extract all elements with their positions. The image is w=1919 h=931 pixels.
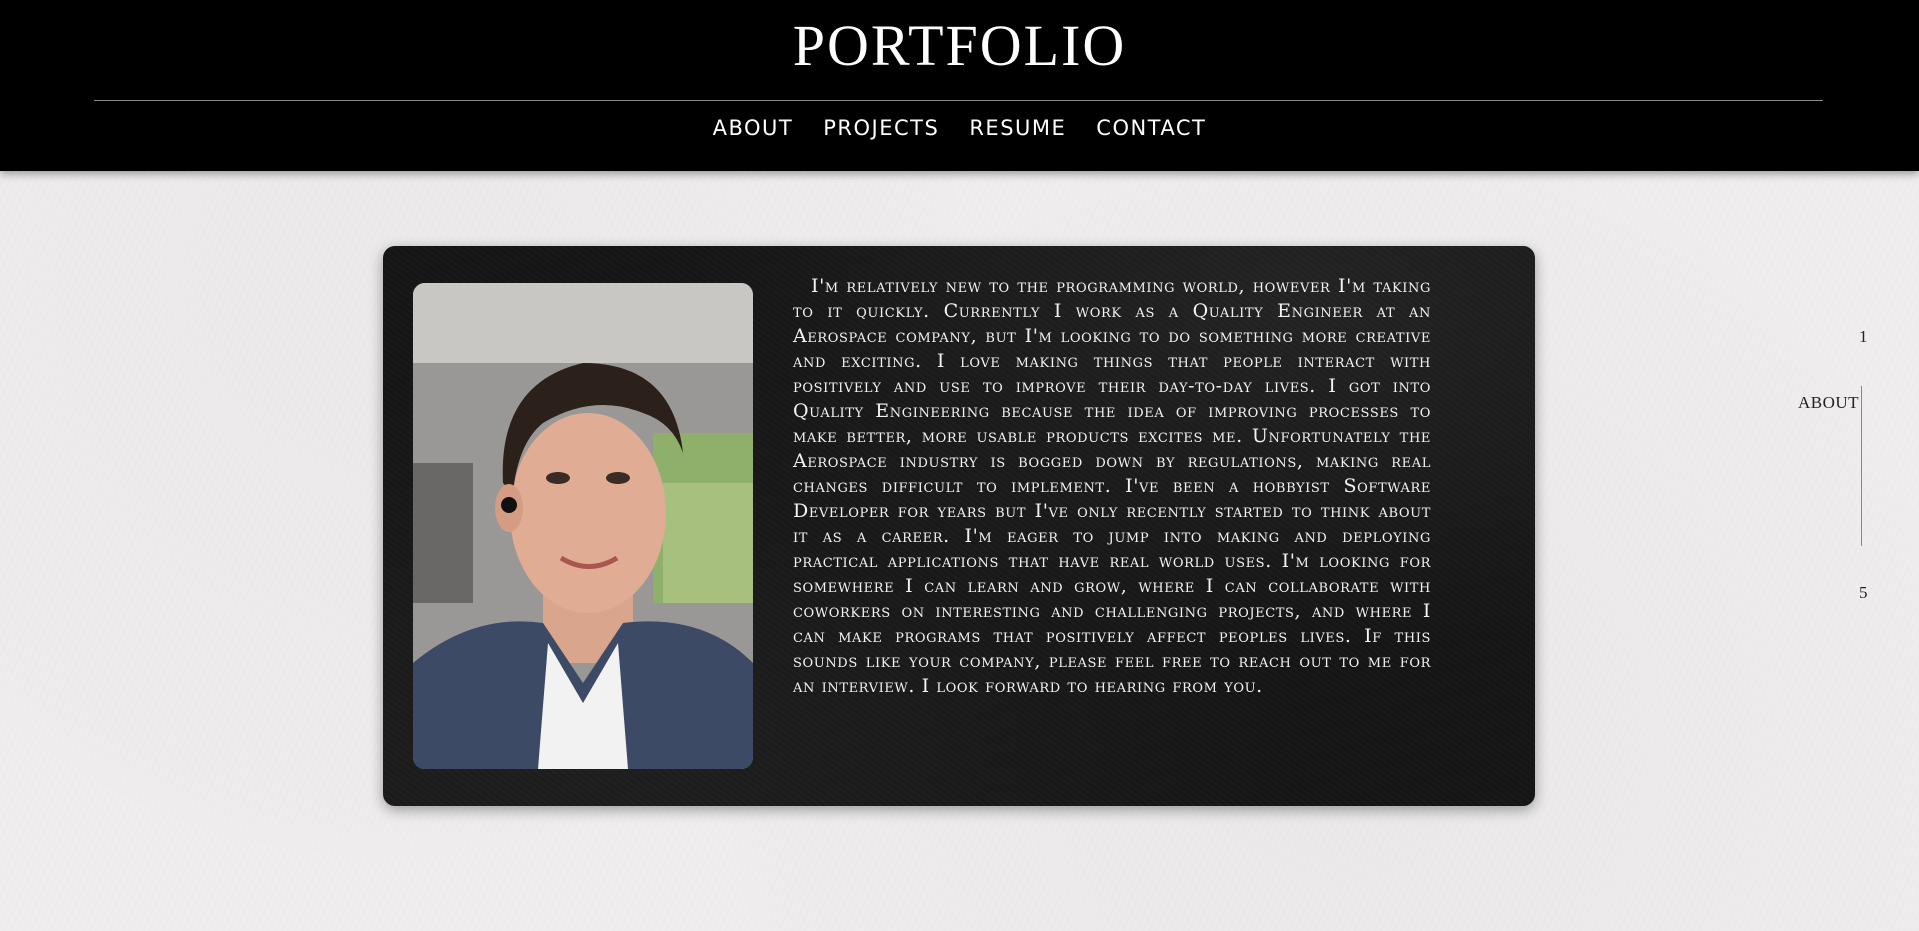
main-nav: ABOUT PROJECTS RESUME CONTACT: [0, 113, 1919, 143]
header-divider: [94, 100, 1823, 101]
about-card: I'm relatively new to the programming wo…: [383, 246, 1535, 806]
portrait-photo: [413, 283, 753, 769]
about-paragraph: I'm relatively new to the programming wo…: [793, 275, 1431, 697]
nav-projects[interactable]: PROJECTS: [823, 113, 939, 143]
section-index-current[interactable]: ABOUT: [1798, 393, 1859, 413]
site-title: PORTFOLIO: [792, 13, 1127, 78]
section-index-start: 1: [1859, 327, 1868, 346]
section-index-end: 5: [1859, 583, 1868, 602]
section-progress-line: [1861, 386, 1862, 546]
nav-contact[interactable]: CONTACT: [1096, 113, 1206, 143]
site-header: PORTFOLIO ABOUT PROJECTS RESUME CONTACT: [0, 0, 1919, 171]
portrait-illustration: [413, 283, 753, 769]
nav-resume[interactable]: RESUME: [969, 113, 1066, 143]
nav-about[interactable]: ABOUT: [713, 113, 794, 143]
